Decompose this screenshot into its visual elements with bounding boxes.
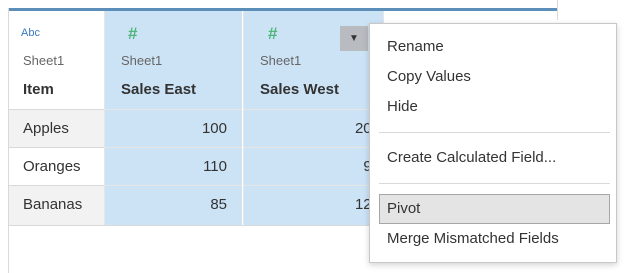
triangle-down-icon: ▼: [349, 33, 359, 44]
table-row: 85: [105, 185, 242, 225]
cell-sales-east: 110: [203, 158, 227, 175]
menu-separator: [379, 132, 610, 133]
cell-sales-east: 100: [201, 120, 227, 137]
table-row: Bananas: [9, 185, 104, 225]
table-row: 95: [244, 147, 383, 185]
menu-item-copy-values[interactable]: Copy Values: [379, 62, 610, 92]
column-item[interactable]: Abc Sheet1 Item Apples Oranges Bananas: [9, 11, 104, 225]
column-source: Sheet1: [23, 53, 65, 68]
table-row: 200: [244, 109, 383, 147]
column-name: Item: [23, 81, 54, 98]
table-row: Apples: [9, 109, 104, 147]
number-type-icon[interactable]: #: [268, 24, 277, 44]
menu-item-create-calculated-field[interactable]: Create Calculated Field...: [379, 143, 610, 173]
table-row: 110: [105, 147, 242, 185]
column-header-sales-east[interactable]: # Sheet1 Sales East: [105, 11, 242, 110]
cell-item: Bananas: [23, 196, 83, 213]
column-name: Sales West: [260, 81, 339, 98]
column-source: Sheet1: [121, 53, 163, 68]
table-row: Oranges: [9, 147, 104, 185]
column-header-item[interactable]: Abc Sheet1 Item: [9, 11, 104, 110]
grid-right-border: [557, 0, 558, 20]
menu-separator: [379, 183, 610, 184]
cell-sales-east: 85: [210, 196, 227, 213]
column-sales-east[interactable]: # Sheet1 Sales East 100 110 85: [104, 11, 242, 225]
menu-item-rename[interactable]: Rename: [379, 32, 610, 62]
table-row: 100: [105, 109, 242, 147]
cell-item: Oranges: [23, 158, 81, 175]
number-type-icon[interactable]: #: [128, 24, 137, 44]
column-source: Sheet1: [260, 53, 302, 68]
column-context-menu: Rename Copy Values Hide Create Calculate…: [369, 23, 617, 263]
column-header-sales-west[interactable]: # Sheet1 Sales West ▼: [244, 11, 383, 110]
menu-item-pivot[interactable]: Pivot: [379, 194, 610, 224]
table-row: 120: [244, 185, 383, 225]
column-sales-west[interactable]: # Sheet1 Sales West ▼ 200 95 120: [243, 11, 383, 225]
cell-item: Apples: [23, 120, 69, 137]
menu-item-hide[interactable]: Hide: [379, 92, 610, 122]
column-name: Sales East: [121, 81, 197, 98]
menu-item-merge-mismatched-fields[interactable]: Merge Mismatched Fields: [379, 224, 610, 254]
string-type-icon[interactable]: Abc: [21, 27, 40, 39]
column-menu-button[interactable]: ▼: [340, 26, 368, 51]
